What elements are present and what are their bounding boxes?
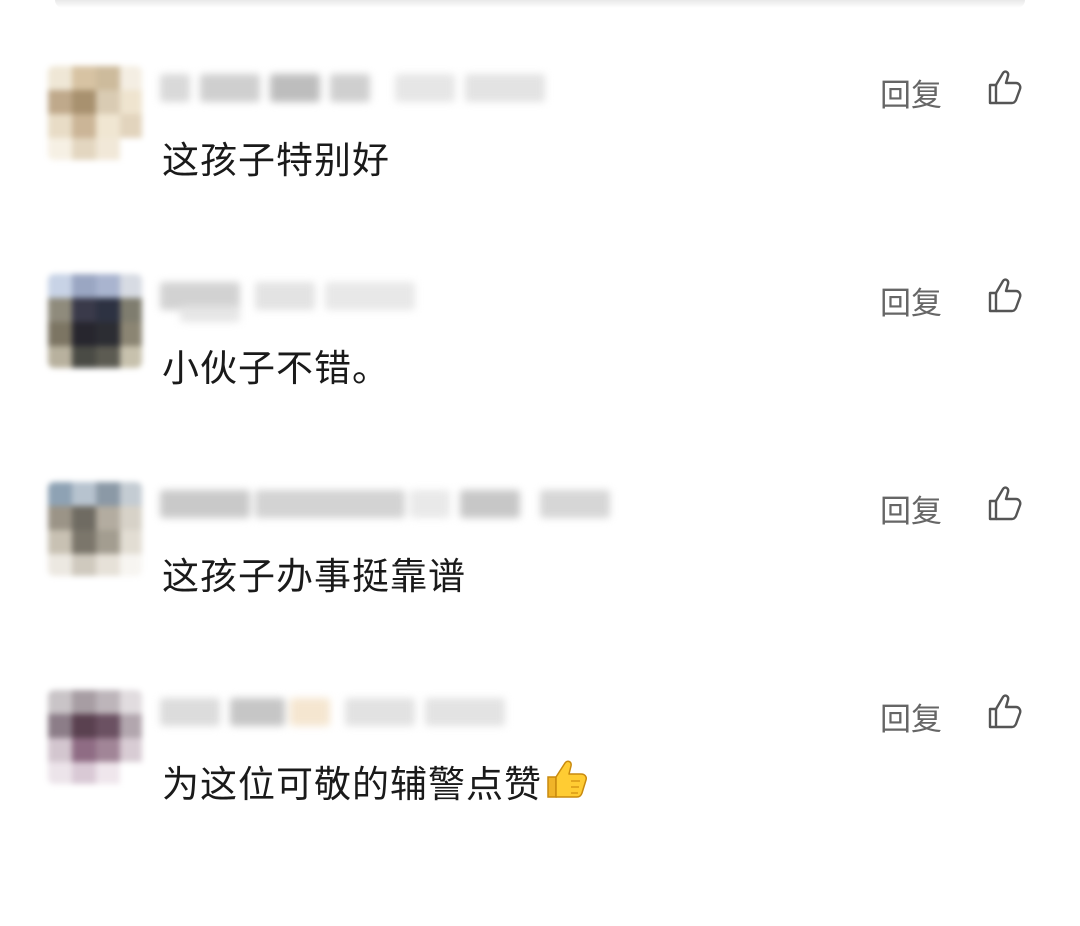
avatar-pixel xyxy=(120,482,142,506)
comment-text-content: 这孩子特别好 xyxy=(162,139,390,182)
top-divider xyxy=(55,0,1025,8)
avatar-pixel xyxy=(48,66,72,90)
avatar-pixel xyxy=(96,322,120,346)
thumb-up-outline-icon[interactable] xyxy=(984,66,1028,110)
avatar-pixel xyxy=(96,554,120,576)
avatar[interactable] xyxy=(48,482,142,576)
avatar-pixel xyxy=(72,482,96,506)
avatar-pixel xyxy=(48,554,72,576)
thumb-up-outline-icon[interactable] xyxy=(984,274,1028,318)
avatar-pixel xyxy=(72,114,96,138)
avatar-pixel xyxy=(72,90,96,114)
avatar-pixel xyxy=(96,298,120,322)
avatar-pixel xyxy=(96,690,120,714)
avatar-pixel xyxy=(48,90,72,114)
avatar-pixel xyxy=(72,554,96,576)
avatar-pixel xyxy=(48,274,72,298)
avatar[interactable] xyxy=(48,274,142,368)
comment-item: 这孩子办事挺靠谱 回复 xyxy=(0,482,1080,662)
comment-item: 小伙子不错。 回复 xyxy=(0,274,1080,454)
avatar-pixel xyxy=(96,482,120,506)
avatar-pixel xyxy=(48,114,72,138)
avatar-pixel xyxy=(120,554,142,576)
avatar-pixel xyxy=(72,322,96,346)
avatar-pixel xyxy=(120,690,142,714)
avatar-pixel xyxy=(48,138,72,160)
avatar-pixel xyxy=(48,738,72,762)
reply-button[interactable]: 回复 xyxy=(880,70,942,115)
comment-text: 为这位可敬的辅警点赞 xyxy=(162,754,590,810)
avatar-pixel xyxy=(120,506,142,530)
avatar-pixel xyxy=(96,138,120,160)
comment-text: 这孩子办事挺靠谱 xyxy=(162,546,466,600)
avatar-pixel xyxy=(72,274,96,298)
avatar-pixel xyxy=(96,530,120,554)
avatar-pixel xyxy=(96,762,120,784)
avatar-pixel xyxy=(72,714,96,738)
avatar-pixel xyxy=(120,114,142,138)
avatar-pixel xyxy=(120,346,142,368)
comment-text-content: 小伙子不错。 xyxy=(162,347,390,390)
avatar-pixel xyxy=(120,138,142,160)
comment-text: 这孩子特别好 xyxy=(162,130,390,184)
avatar-pixel xyxy=(72,530,96,554)
username-blurred[interactable] xyxy=(160,484,610,524)
avatar-pixel xyxy=(48,530,72,554)
avatar-pixel xyxy=(96,66,120,90)
comments-page: 这孩子特别好 回复 小伙子不错。 回复 这孩子办事挺靠谱 回复 为这位可敬的辅警… xyxy=(0,0,1080,926)
comment-text-content: 这孩子办事挺靠谱 xyxy=(162,555,466,598)
comment-item: 为这位可敬的辅警点赞 回复 xyxy=(0,690,1080,870)
avatar-pixel xyxy=(72,690,96,714)
comment-text-content: 为这位可敬的辅警点赞 xyxy=(162,763,542,806)
avatar-pixel xyxy=(72,66,96,90)
avatar-pixel xyxy=(48,714,72,738)
avatar-pixel xyxy=(96,738,120,762)
avatar-pixel xyxy=(48,322,72,346)
avatar-pixel xyxy=(72,298,96,322)
reply-button[interactable]: 回复 xyxy=(880,486,942,531)
avatar-pixel xyxy=(120,762,142,784)
avatar-pixel xyxy=(120,530,142,554)
avatar-pixel xyxy=(72,762,96,784)
avatar-pixel xyxy=(72,138,96,160)
avatar-pixel xyxy=(48,482,72,506)
thumbs-up-emoji-icon xyxy=(544,757,590,810)
avatar-pixel xyxy=(120,274,142,298)
avatar-pixel xyxy=(96,714,120,738)
avatar-pixel xyxy=(96,506,120,530)
thumb-up-outline-icon[interactable] xyxy=(984,482,1028,526)
avatar-pixel xyxy=(120,738,142,762)
avatar-pixel xyxy=(72,738,96,762)
username-blurred[interactable] xyxy=(160,692,590,732)
avatar-pixel xyxy=(72,506,96,530)
reply-button[interactable]: 回复 xyxy=(880,694,942,739)
avatar-pixel xyxy=(48,346,72,368)
avatar-pixel xyxy=(48,762,72,784)
username-blurred[interactable] xyxy=(160,68,590,108)
avatar-pixel xyxy=(96,274,120,298)
avatar[interactable] xyxy=(48,66,142,160)
avatar-pixel xyxy=(120,298,142,322)
avatar-pixel xyxy=(120,90,142,114)
avatar-pixel xyxy=(48,298,72,322)
reply-button[interactable]: 回复 xyxy=(880,278,942,323)
avatar-pixel xyxy=(72,346,96,368)
avatar-pixel xyxy=(48,506,72,530)
avatar-pixel xyxy=(120,714,142,738)
avatar-pixel xyxy=(120,322,142,346)
avatar-pixel xyxy=(120,66,142,90)
username-blurred[interactable] xyxy=(160,276,590,322)
avatar-pixel xyxy=(48,690,72,714)
comment-item: 这孩子特别好 回复 xyxy=(0,66,1080,246)
avatar-pixel xyxy=(96,114,120,138)
comment-text: 小伙子不错。 xyxy=(162,338,390,392)
avatar-pixel xyxy=(96,90,120,114)
avatar[interactable] xyxy=(48,690,142,784)
avatar-pixel xyxy=(96,346,120,368)
thumb-up-outline-icon[interactable] xyxy=(984,690,1028,734)
